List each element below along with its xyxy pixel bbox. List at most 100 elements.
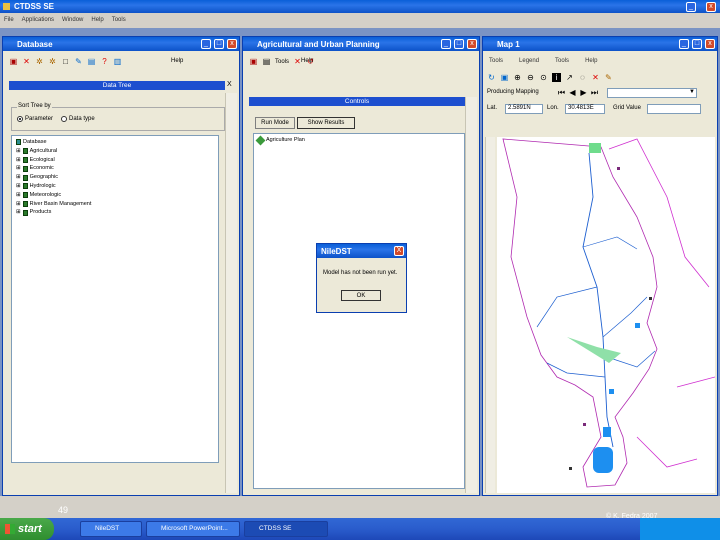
chevron-down-icon: ▼ — [689, 89, 695, 95]
nile-basin-map — [502, 138, 715, 488]
database-maximize-button[interactable]: □ — [214, 39, 224, 49]
select-icon[interactable]: ◌ — [578, 73, 587, 82]
layers-icon[interactable]: ▣ — [500, 73, 509, 82]
grid-value-field[interactable] — [647, 104, 701, 114]
map-menu-legend[interactable]: Legend — [519, 58, 539, 64]
tree-item[interactable]: ⊞ Agricultural — [16, 147, 91, 156]
parameter-radio[interactable] — [17, 116, 23, 122]
app-minimize-button[interactable]: _ — [686, 2, 696, 12]
planning-minimize-button[interactable]: _ — [441, 39, 451, 49]
new-icon[interactable]: □ — [61, 57, 70, 66]
gear-icon[interactable]: ✲ — [48, 57, 57, 66]
lat-field[interactable]: 2.5891N — [505, 104, 543, 114]
dialog-message: Model has not been run yet. — [323, 270, 398, 276]
app-menu-bar: File Applications Window Help Tools — [4, 17, 126, 23]
tree-item[interactable]: ⊞ Ecological — [16, 156, 91, 165]
database-toolbar: ▣ ✕ ✲ ✲ □ ✎ ▤ ? ▥ — [9, 57, 122, 66]
map-menu-tools-2[interactable]: Tools — [555, 58, 569, 64]
app-close-button[interactable]: x — [706, 2, 716, 12]
book-icon — [22, 209, 28, 216]
planning-scrollbar[interactable] — [465, 97, 477, 493]
zoom-extent-icon[interactable]: ⊙ — [539, 73, 548, 82]
dialog-close-button[interactable]: X — [394, 246, 404, 256]
refresh-icon[interactable]: ↻ — [487, 73, 496, 82]
next-icon[interactable]: ⏭ — [590, 88, 599, 97]
tree-item[interactable]: ⊞ Hydrologic — [16, 182, 91, 191]
planning-title: Agricultural and Urban Planning — [257, 39, 380, 49]
menu-file[interactable]: File — [4, 17, 14, 23]
measure-icon[interactable]: ↗ — [565, 73, 574, 82]
prev-icon[interactable]: ◀ — [568, 88, 577, 97]
system-tray — [640, 518, 720, 540]
database-minimize-button[interactable]: _ — [201, 39, 211, 49]
database-scrollbar[interactable] — [225, 93, 237, 493]
info-icon[interactable]: i — [552, 73, 561, 82]
tree-item-label: Geographic — [29, 174, 59, 181]
zoom-out-icon[interactable]: ⊖ — [526, 73, 535, 82]
map-menu-help[interactable]: Help — [585, 58, 597, 64]
map-scrollbar-left[interactable] — [485, 137, 495, 493]
planning-help-menu[interactable]: Help — [301, 58, 313, 64]
database-help-menu[interactable]: Help — [171, 58, 183, 64]
dialog-ok-button[interactable]: OK — [341, 290, 381, 301]
database-close-button[interactable]: x — [227, 39, 237, 49]
show-results-button[interactable]: Show Results — [297, 117, 355, 129]
data-type-radio-label: Data type — [69, 116, 95, 122]
book-icon — [22, 156, 28, 163]
task-niledst[interactable]: NileDST — [80, 521, 142, 537]
clear-icon[interactable]: ✕ — [591, 73, 600, 82]
tools-menu-icon[interactable]: ▤ — [262, 57, 271, 66]
settings-icon[interactable]: ✲ — [35, 57, 44, 66]
pencil-icon[interactable]: ✎ — [604, 73, 613, 82]
lon-field[interactable]: 30.4813E — [565, 104, 605, 114]
map-menu-bar: Tools Legend Tools Help — [489, 58, 597, 64]
menu-tools[interactable]: Tools — [112, 17, 126, 23]
save-icon[interactable]: ▣ — [249, 57, 258, 66]
tree-item[interactable]: ⊞ Meteorologic — [16, 191, 91, 200]
tree-item-label: Agriculture Plan — [266, 137, 305, 143]
database-icon — [16, 139, 21, 146]
first-icon[interactable]: ⏮ — [557, 88, 566, 97]
help-icon[interactable]: ? — [100, 57, 109, 66]
task-powerpoint-label: Microsoft PowerPoint... — [161, 525, 228, 532]
app-title-bar: CTDSS SE — [0, 0, 720, 13]
start-button[interactable]: start — [0, 518, 54, 540]
task-ctdss[interactable]: CTDSS SE — [244, 521, 328, 537]
map-menu-tools[interactable]: Tools — [489, 58, 503, 64]
tree-item[interactable]: ⊞ Geographic — [16, 173, 91, 182]
planning-close-button[interactable]: x — [467, 39, 477, 49]
tree-item[interactable]: ⊞ Economic — [16, 164, 91, 173]
data-type-radio[interactable] — [61, 116, 67, 122]
data-tree-close-button[interactable]: X — [227, 81, 232, 88]
zoom-in-icon[interactable]: ⊕ — [513, 73, 522, 82]
copy-icon[interactable]: ▤ — [87, 57, 96, 66]
tree-item[interactable]: ⊞ River Basin Management — [16, 200, 91, 209]
clipboard-icon[interactable]: ▥ — [113, 57, 122, 66]
map-canvas[interactable] — [497, 137, 715, 493]
tree-item-label: Ecological — [29, 156, 55, 163]
menu-window[interactable]: Window — [62, 17, 83, 23]
tree-item[interactable]: ⊞ Products — [16, 208, 91, 217]
controls-title: Controls — [344, 98, 370, 105]
tree-root[interactable]: Database — [16, 138, 91, 147]
tree-item[interactable]: Agriculture Plan — [255, 135, 305, 146]
niledst-dialog: NileDST X Model has not been run yet. OK — [316, 243, 407, 313]
mapping-select[interactable]: ▼ — [607, 88, 697, 98]
task-powerpoint[interactable]: Microsoft PowerPoint... — [146, 521, 240, 537]
save-icon[interactable]: ▣ — [9, 57, 18, 66]
map-maximize-button[interactable]: □ — [692, 39, 702, 49]
controls-tree: Agriculture Plan — [255, 135, 305, 146]
planning-tools-menu[interactable]: Tools — [275, 59, 289, 65]
menu-help[interactable]: Help — [91, 17, 103, 23]
menu-applications[interactable]: Applications — [22, 17, 54, 23]
windows-logo-icon — [5, 524, 15, 534]
play-icon[interactable]: ▶ — [579, 88, 588, 97]
delete-icon[interactable]: ✕ — [22, 57, 31, 66]
planning-maximize-button[interactable]: □ — [454, 39, 464, 49]
run-mode-button[interactable]: Run Mode — [255, 117, 295, 129]
edit-icon[interactable]: ✎ — [74, 57, 83, 66]
map-close-button[interactable]: x — [705, 39, 715, 49]
map-minimize-button[interactable]: _ — [679, 39, 689, 49]
tree-item-label: Agricultural — [29, 147, 58, 154]
app-title: CTDSS SE — [14, 2, 55, 11]
